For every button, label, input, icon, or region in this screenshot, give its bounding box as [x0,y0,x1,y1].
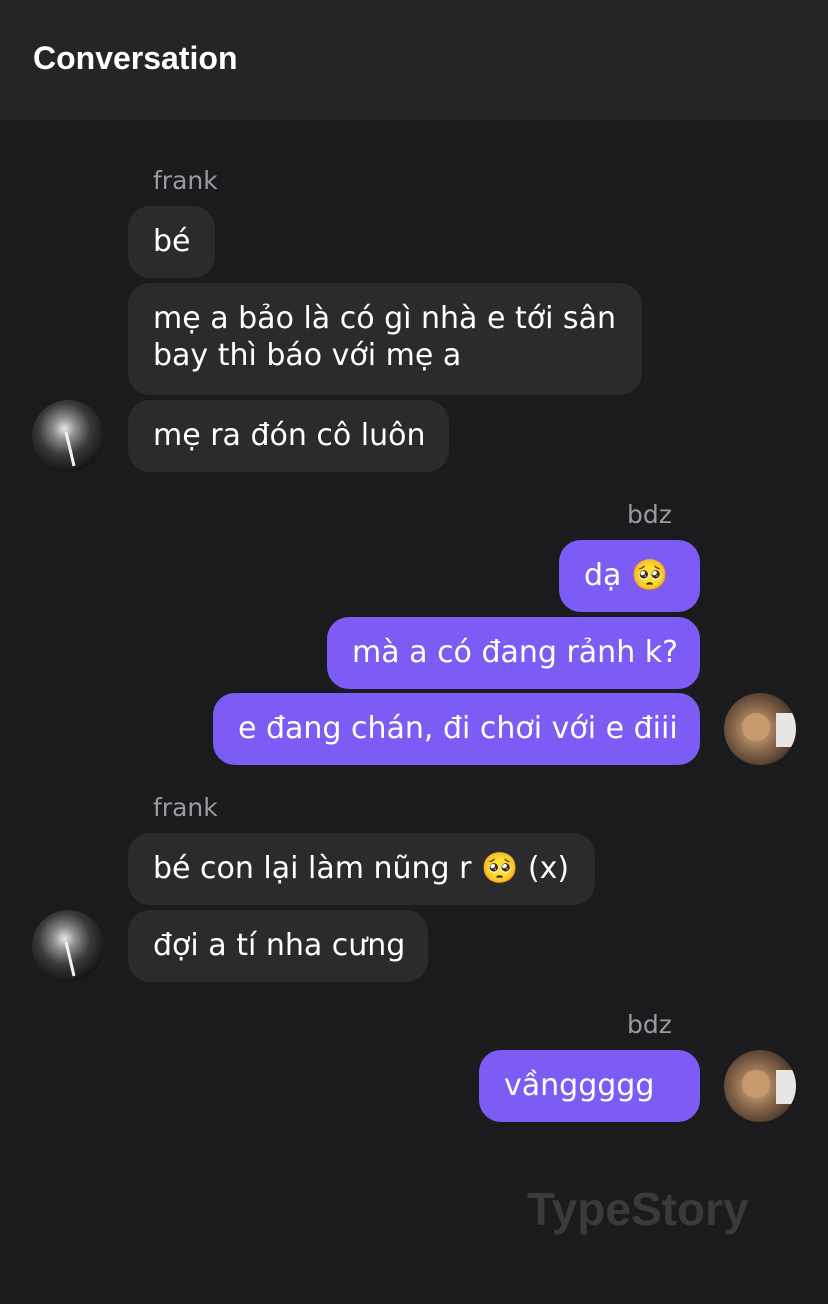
sender-name: bdz [627,500,672,529]
avatar-bdz[interactable] [724,1050,796,1122]
avatar-frank[interactable] [32,910,104,982]
message-bubble-incoming[interactable]: mẹ ra đón cô luôn [128,400,449,472]
page-title: Conversation [33,40,238,76]
app-header: Conversation [0,0,828,120]
sender-name: frank [153,793,218,822]
sender-name: bdz [627,1010,672,1039]
sender-name: frank [153,166,218,195]
message-bubble-outgoing[interactable]: mà a có đang rảnh k? [327,617,700,689]
message-bubble-outgoing[interactable]: vầnggggg [479,1050,700,1122]
message-bubble-incoming[interactable]: mẹ a bảo là có gì nhà e tới sân bay thì … [128,283,642,395]
message-bubble-outgoing[interactable]: e đang chán, đi chơi với e điii [213,693,700,765]
typestory-watermark: TypeStory [527,1183,749,1235]
avatar-bdz[interactable] [724,693,796,765]
message-bubble-incoming[interactable]: bé con lại làm nũng r 🥺 (x) [128,833,595,905]
message-bubble-outgoing[interactable]: dạ 🥺 [559,540,700,612]
message-bubble-incoming[interactable]: bé [128,206,215,278]
message-bubble-incoming[interactable]: đợi a tí nha cưng [128,910,428,982]
avatar-frank[interactable] [32,400,104,472]
